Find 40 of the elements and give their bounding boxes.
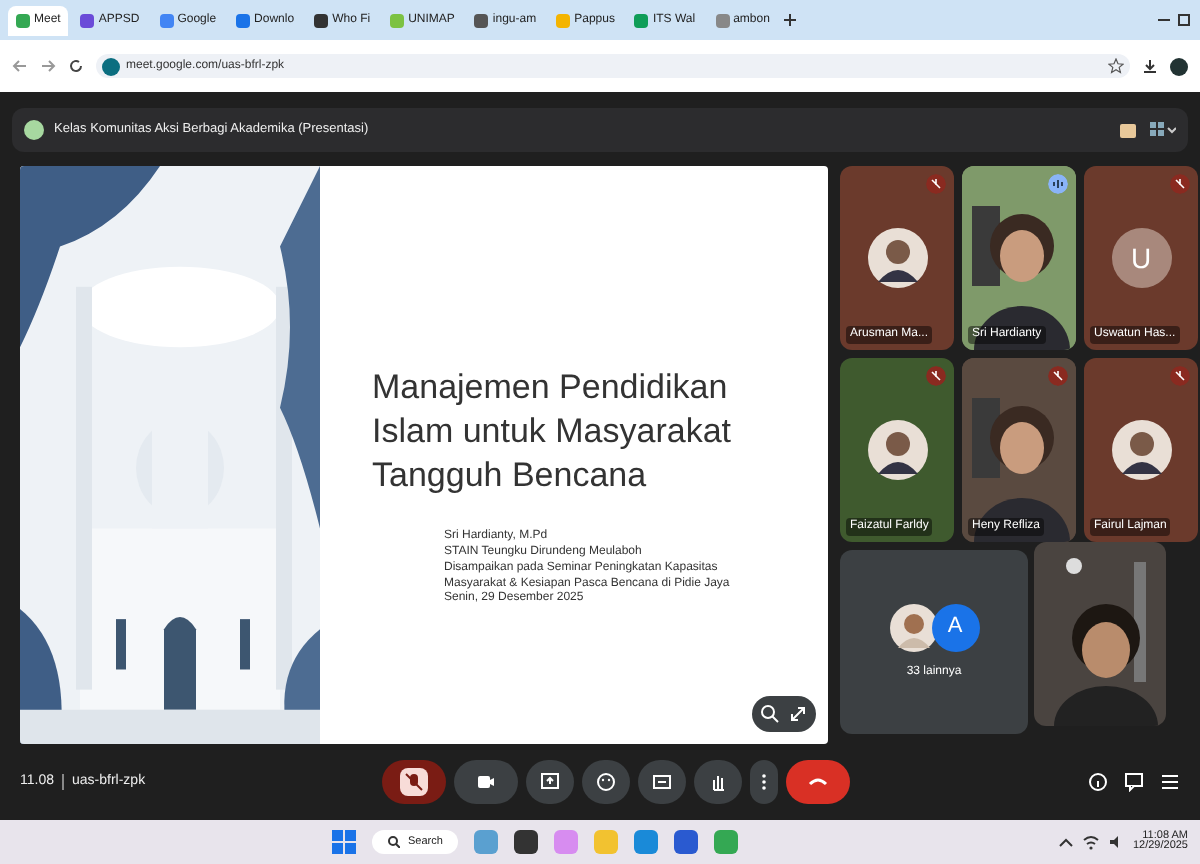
end-call-button[interactable] xyxy=(786,760,851,804)
bookmark-star-icon[interactable] xyxy=(1108,58,1124,74)
emoji-button[interactable] xyxy=(582,760,631,804)
activities-icon[interactable] xyxy=(1160,772,1181,792)
raise-hand-button[interactable] xyxy=(694,760,743,804)
more-options-button[interactable] xyxy=(750,760,779,804)
back-icon[interactable] xyxy=(12,58,28,74)
camera-button[interactable] xyxy=(454,760,519,804)
chat-icon[interactable] xyxy=(1124,772,1145,792)
captions-button[interactable] xyxy=(638,760,687,804)
reload-icon[interactable] xyxy=(68,58,84,74)
avatar-icon xyxy=(867,228,927,288)
avatar-icon xyxy=(889,603,937,651)
info-icon[interactable] xyxy=(1088,772,1109,792)
wifi-icon[interactable] xyxy=(1082,834,1101,850)
restore-icon[interactable] xyxy=(1176,12,1192,28)
new-tab-icon[interactable] xyxy=(781,12,798,28)
chevron-up-icon[interactable] xyxy=(1058,834,1075,850)
emoji-icon xyxy=(596,772,617,792)
microphone-button[interactable] xyxy=(382,760,447,804)
slide-title-line: Islam untuk Masyarakat xyxy=(372,410,734,455)
avatar-letter: A xyxy=(931,603,979,651)
slide-title-line: Tangguh Bencana xyxy=(372,454,649,499)
present-button[interactable] xyxy=(526,760,575,804)
slide-title-line: Manajemen Pendidikan xyxy=(372,366,730,410)
avatar-letter: U xyxy=(1111,228,1171,288)
forward-icon[interactable] xyxy=(40,58,56,74)
present-icon xyxy=(540,772,561,792)
fullscreen-icon[interactable] xyxy=(788,704,808,724)
search-icon xyxy=(388,836,401,848)
raise-hand-icon xyxy=(708,772,729,792)
download-icon[interactable] xyxy=(1142,58,1158,74)
avatar-icon xyxy=(1111,420,1171,480)
mic-off-icon xyxy=(400,768,429,796)
start-icon[interactable] xyxy=(332,830,357,854)
camera-icon xyxy=(476,772,497,792)
avatar-icon xyxy=(867,420,927,480)
captions-icon xyxy=(652,772,673,792)
zoom-icon[interactable] xyxy=(760,704,780,724)
apps-icon[interactable] xyxy=(1148,120,1176,140)
